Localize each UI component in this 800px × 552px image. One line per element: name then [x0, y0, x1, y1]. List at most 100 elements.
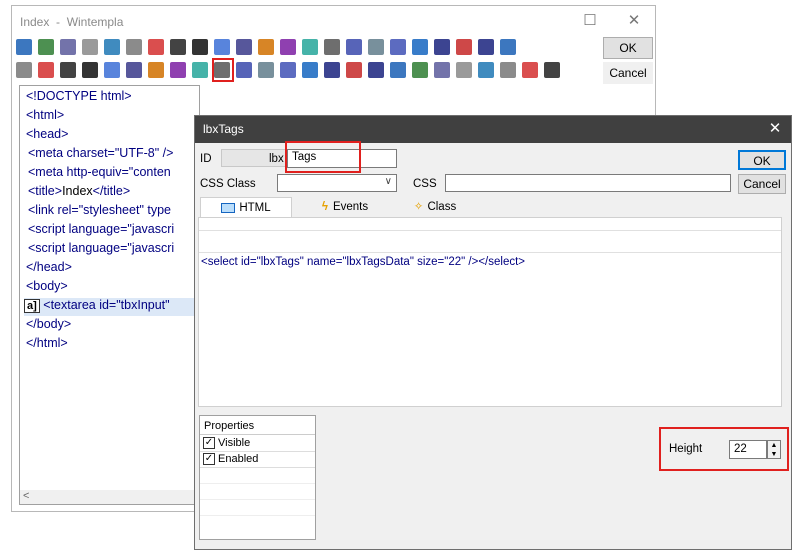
toolbar-tool-icon[interactable] — [16, 62, 32, 78]
toolbar-tool-icon[interactable] — [16, 39, 32, 55]
check-icon: ✓ — [203, 453, 215, 466]
toolbar-tool-icon[interactable] — [148, 62, 164, 78]
class-icon: ✧ — [413, 201, 424, 213]
main-titlebar: Index - Wintempla ☐ ✕ — [12, 6, 655, 36]
code-line: <script language="javascri — [28, 241, 175, 255]
toolbar-tool-icon[interactable] — [302, 62, 318, 78]
toolbar-tool-icon[interactable] — [192, 62, 208, 78]
toolbar-tool-icon[interactable] — [302, 39, 318, 55]
code-line: <link rel="stylesheet" type — [28, 203, 171, 217]
toolbar-tool-icon[interactable] — [434, 62, 450, 78]
enabled-label: Enabled — [218, 453, 259, 465]
toolbar-tool-icon[interactable] — [60, 39, 76, 55]
toolbar-tool-icon[interactable] — [236, 39, 252, 55]
toolbar-tool-icon[interactable] — [500, 62, 516, 78]
css-input[interactable] — [445, 174, 731, 192]
toolbar-tool-icon[interactable] — [38, 39, 54, 55]
toolbar-tool-icon[interactable] — [368, 39, 384, 55]
properties-header: Properties — [204, 420, 255, 432]
code-line: <html> — [26, 108, 65, 122]
toolbar-tool-icon[interactable] — [478, 62, 494, 78]
html-tab-icon — [221, 202, 236, 213]
toolbar-tool-icon[interactable] — [324, 62, 340, 78]
toolbar-tool-icon[interactable] — [500, 39, 516, 55]
tab-events[interactable]: ϟ Events — [305, 197, 385, 217]
code-editor[interactable]: <!DOCTYPE html> <html> <head> <meta char… — [19, 85, 200, 505]
toolbar-tool-icon[interactable] — [258, 62, 274, 78]
code-line: <body> — [26, 279, 68, 293]
toolbar-tool-icon[interactable] — [170, 39, 186, 55]
cancel-button[interactable]: Cancel — [603, 62, 653, 84]
minimize-icon[interactable]: ☐ — [568, 10, 612, 32]
main-window-title: Index - Wintempla — [20, 15, 124, 29]
id-label: ID — [200, 153, 212, 165]
toolbar-tool-icon[interactable] — [390, 39, 406, 55]
id-prefix: lbx — [269, 153, 284, 165]
code-line: <meta charset="UTF-8" /> — [28, 146, 174, 160]
html-code-panel[interactable]: <select id="lbxTags" name="lbxTagsData" … — [198, 217, 782, 407]
toolbar-tool-icon[interactable] — [214, 39, 230, 55]
toolbar-tool-icon[interactable] — [390, 62, 406, 78]
toolbar-tool-icon[interactable] — [104, 62, 120, 78]
height-stepper[interactable]: ▲ ▼ — [767, 440, 781, 459]
textarea-marker-icon[interactable]: a] — [24, 299, 40, 313]
toolbar-tool-icon[interactable] — [82, 39, 98, 55]
toolbar-tool-icon[interactable] — [192, 39, 208, 55]
tab-class[interactable]: ✧ Class — [400, 197, 470, 217]
horizontal-scrollbar[interactable]: < — [20, 490, 199, 504]
tab-html[interactable]: HTML — [200, 197, 292, 217]
toolbar-tool-icon[interactable] — [544, 62, 560, 78]
css-class-select[interactable]: ∨ — [277, 174, 397, 192]
close-icon[interactable]: ✕ — [612, 10, 656, 32]
visible-checkbox[interactable]: ✓ Visible — [203, 437, 251, 450]
toolbar-tool-icon[interactable] — [280, 62, 296, 78]
lightning-icon: ϟ — [321, 201, 328, 213]
toolbar-tool-icon[interactable] — [456, 62, 472, 78]
toolbar-tool-icon[interactable] — [104, 39, 120, 55]
toolbar-tool-icon[interactable] — [412, 39, 428, 55]
code-line: <title> — [28, 184, 63, 198]
properties-list[interactable]: Properties ✓ Visible ✓ Enabled — [199, 415, 316, 540]
dialog-cancel-button[interactable]: Cancel — [738, 174, 786, 194]
tab-label: Class — [427, 201, 457, 213]
toolbar-tool-icon[interactable] — [456, 39, 472, 55]
toolbar-tool-icon[interactable] — [522, 62, 538, 78]
toolbar-tool-icon[interactable] — [280, 39, 296, 55]
dialog-ok-button[interactable]: OK — [738, 150, 786, 170]
toolbar-tool-icon[interactable] — [434, 39, 450, 55]
scroll-left-icon[interactable]: < — [23, 490, 29, 502]
toolbar-tool-icon[interactable] — [346, 62, 362, 78]
tab-label: HTML — [239, 202, 271, 214]
toolbar-tool-icon[interactable] — [236, 62, 252, 78]
html-code-text: <select id="lbxTags" name="lbxTagsData" … — [201, 256, 479, 268]
toolbar-tool-icon[interactable] — [38, 62, 54, 78]
toolbar-tool-icon[interactable] — [126, 62, 142, 78]
tab-label: Events — [332, 201, 369, 213]
toolbar-row-1 — [16, 38, 536, 57]
toolbar-tool-icon[interactable] — [60, 62, 76, 78]
enabled-checkbox[interactable]: ✓ Enabled — [203, 453, 259, 466]
toolbar-row-2 — [16, 61, 576, 80]
toolbar-tool-icon[interactable] — [368, 62, 384, 78]
toolbar-tool-icon[interactable] — [346, 39, 362, 55]
lbxtags-dialog: lbxTags ✕ ID lbx Tags OK CSS Class ∨ CSS… — [194, 115, 792, 550]
toolbar-tool-icon[interactable] — [324, 39, 340, 55]
toolbar-tool-icon[interactable] — [258, 39, 274, 55]
toolbar-tool-icon[interactable] — [126, 39, 142, 55]
css-label: CSS — [413, 178, 437, 190]
ok-button[interactable]: OK — [603, 37, 653, 59]
chevron-down-icon: ∨ — [384, 176, 392, 187]
code-line: </body> — [26, 317, 72, 331]
code-line: Index — [62, 184, 93, 198]
code-line: <!DOCTYPE html> — [26, 89, 132, 103]
toolbar-tool-icon[interactable] — [478, 39, 494, 55]
code-line: </html> — [26, 336, 68, 350]
toolbar-tool-icon[interactable] — [82, 62, 98, 78]
visible-label: Visible — [218, 437, 251, 449]
height-input[interactable]: 22 — [729, 440, 767, 459]
dialog-close-icon[interactable]: ✕ — [761, 118, 789, 140]
toolbar-tool-icon[interactable] — [412, 62, 428, 78]
toolbar-tool-icon[interactable] — [170, 62, 186, 78]
toolbar-tool-icon[interactable] — [148, 39, 164, 55]
css-class-label: CSS Class — [200, 178, 256, 190]
